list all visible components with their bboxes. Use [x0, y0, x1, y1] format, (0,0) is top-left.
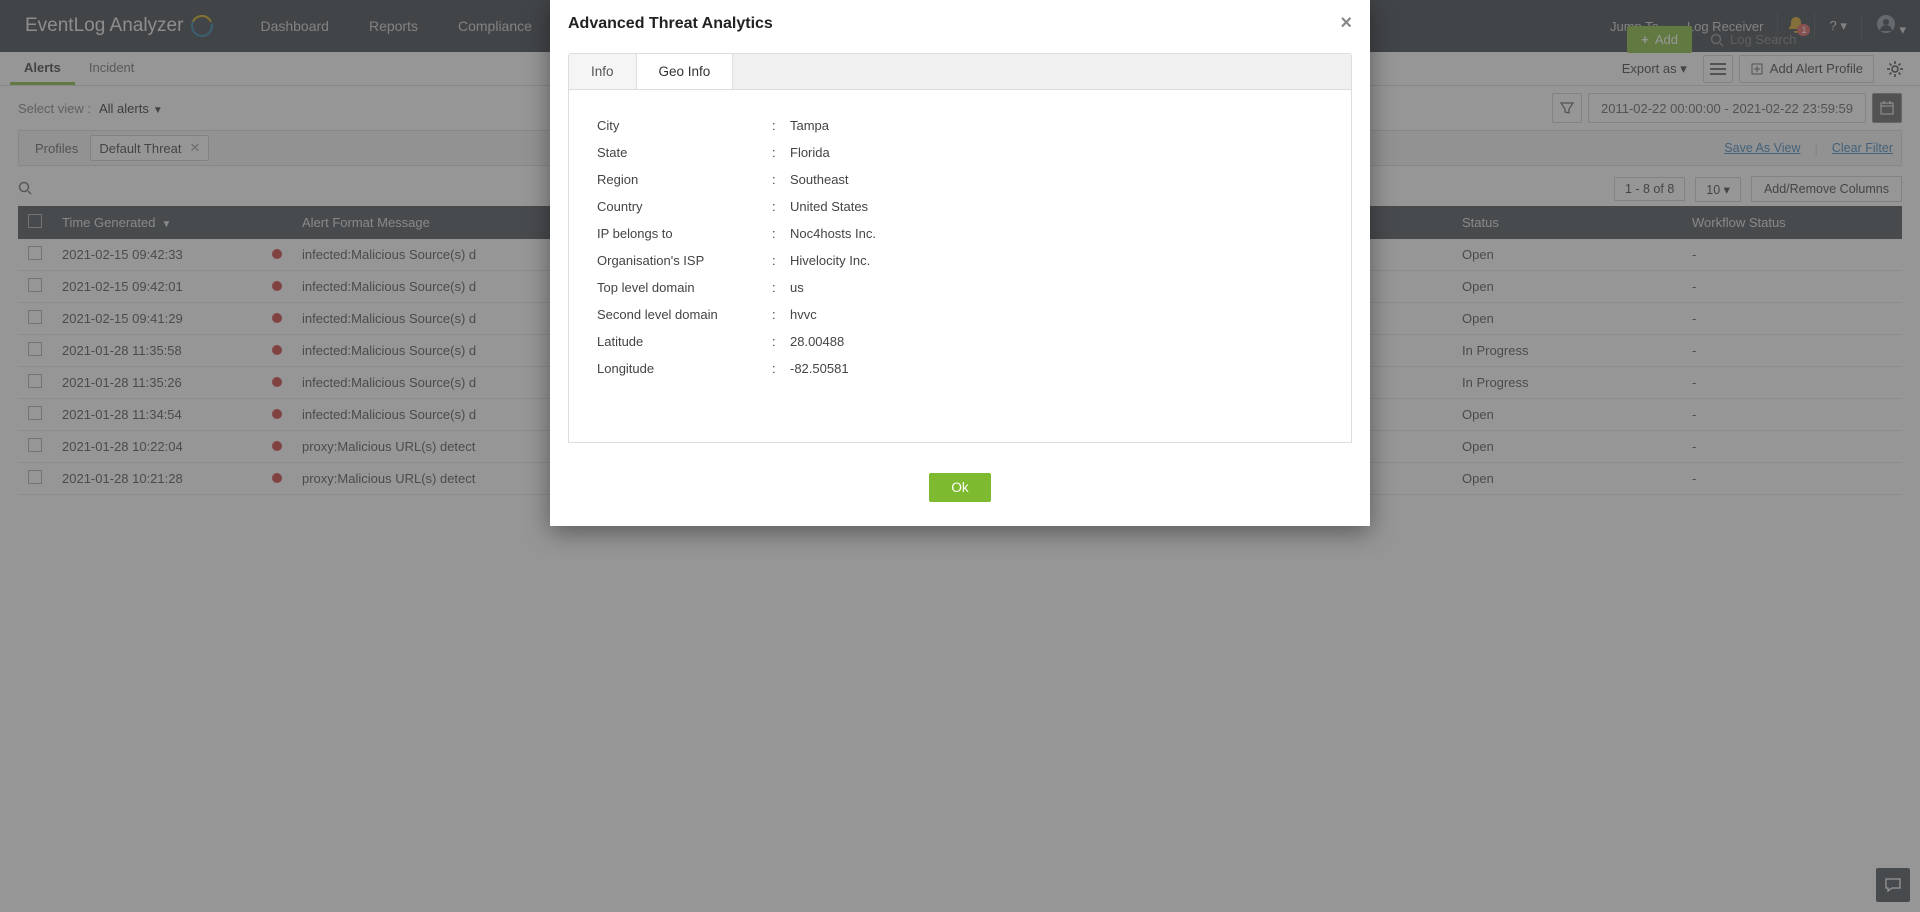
geo-key: Country — [597, 199, 772, 214]
geo-value: United States — [790, 199, 1323, 214]
geo-value: us — [790, 280, 1323, 295]
modal-close-button[interactable]: × — [1340, 12, 1352, 35]
modal-tab-info[interactable]: Info — [569, 54, 637, 89]
modal-tabs: Info Geo Info — [568, 53, 1352, 90]
geo-info-row: City:Tampa — [597, 112, 1323, 139]
geo-value: Southeast — [790, 172, 1323, 187]
geo-key: State — [597, 145, 772, 160]
geo-value: 28.00488 — [790, 334, 1323, 349]
geo-value: hvvc — [790, 307, 1323, 322]
modal-overlay: Advanced Threat Analytics × Info Geo Inf… — [0, 0, 1920, 912]
geo-info-row: State:Florida — [597, 139, 1323, 166]
geo-value: Tampa — [790, 118, 1323, 133]
geo-key: Longitude — [597, 361, 772, 376]
modal-title: Advanced Threat Analytics — [568, 15, 773, 33]
geo-key: Top level domain — [597, 280, 772, 295]
geo-key: Second level domain — [597, 307, 772, 322]
geo-value: Noc4hosts Inc. — [790, 226, 1323, 241]
geo-info-row: Organisation's ISP:Hivelocity Inc. — [597, 247, 1323, 274]
geo-info-row: Top level domain:us — [597, 274, 1323, 301]
geo-info-row: Region:Southeast — [597, 166, 1323, 193]
geo-info-row: Longitude:-82.50581 — [597, 355, 1323, 382]
geo-key: City — [597, 118, 772, 133]
geo-key: Organisation's ISP — [597, 253, 772, 268]
ok-button[interactable]: Ok — [929, 473, 990, 502]
geo-key: Latitude — [597, 334, 772, 349]
geo-value: Florida — [790, 145, 1323, 160]
modal-tab-geo-info[interactable]: Geo Info — [637, 54, 734, 89]
threat-analytics-modal: Advanced Threat Analytics × Info Geo Inf… — [550, 0, 1370, 526]
geo-info-row: IP belongs to:Noc4hosts Inc. — [597, 220, 1323, 247]
geo-info-row: Second level domain:hvvc — [597, 301, 1323, 328]
geo-info-row: Country:United States — [597, 193, 1323, 220]
geo-key: IP belongs to — [597, 226, 772, 241]
geo-info-row: Latitude:28.00488 — [597, 328, 1323, 355]
geo-value: Hivelocity Inc. — [790, 253, 1323, 268]
geo-info-panel: City:TampaState:FloridaRegion:SoutheastC… — [568, 90, 1352, 443]
geo-key: Region — [597, 172, 772, 187]
geo-value: -82.50581 — [790, 361, 1323, 376]
